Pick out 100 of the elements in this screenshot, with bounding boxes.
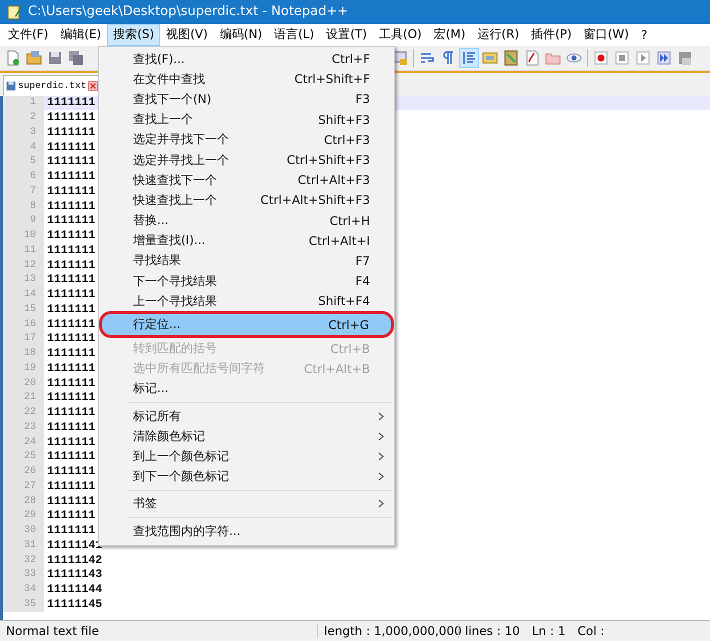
line-number: 6 (3, 169, 44, 184)
save-all-icon[interactable] (67, 48, 85, 67)
code-line: 1111111 (46, 434, 96, 450)
open-folder-icon[interactable] (25, 48, 43, 67)
code-line: 1111111 (46, 316, 96, 332)
code-line: 11111142 (46, 552, 102, 568)
column-label: Col : (576, 624, 606, 638)
chevron-right-icon (378, 499, 384, 508)
line-number: 22 (3, 405, 44, 420)
line-number: 34 (3, 582, 44, 598)
menu-bar-item[interactable]: 宏(M) (428, 24, 472, 46)
code-line: 1111111 (46, 464, 96, 480)
code-line: 1111111 (46, 361, 96, 376)
line-number: 29 (3, 508, 44, 524)
line-number: 33 (3, 568, 44, 582)
code-line: 1111111 (46, 302, 96, 317)
menu-bar-item[interactable]: 运行(R) (471, 24, 526, 46)
menu-item[interactable]: 替换... Ctrl+H (101, 210, 392, 231)
menu-bar-item[interactable]: 工具(O) (372, 24, 428, 46)
menu-bar-item[interactable]: 窗口(W) (578, 24, 635, 46)
line-number: 28 (3, 494, 44, 509)
code-line: 1111111 (46, 332, 96, 346)
line-number: 13 (3, 272, 44, 288)
menu-item[interactable]: 下一个寻找结果 F4 (101, 271, 392, 292)
line-number: 15 (3, 302, 44, 317)
line-number: 10 (3, 228, 44, 244)
play-icon[interactable] (634, 48, 652, 67)
line-number: 8 (3, 198, 44, 214)
code-line: 1111111 (46, 346, 96, 362)
menu-item[interactable]: 行定位... Ctrl+G (99, 311, 394, 338)
menu-item[interactable]: 清除颜色标记 (101, 426, 392, 446)
line-number: 12 (3, 258, 44, 273)
close-icon[interactable] (88, 80, 98, 91)
code-line: 1111111 (46, 214, 96, 228)
function-list-icon[interactable] (502, 48, 520, 67)
line-number: 9 (3, 214, 44, 228)
code-line: 11111145 (46, 597, 102, 612)
position-label: Ln : 1 (530, 624, 566, 638)
menu-bar-item[interactable]: 语言(L) (268, 24, 320, 46)
code-line: 1111111 (46, 376, 96, 391)
line-number: 31 (3, 538, 44, 553)
menu-item[interactable]: 寻找结果 F7 (101, 250, 392, 272)
record-icon[interactable] (592, 48, 610, 67)
menu-bar-item[interactable]: 编辑(E) (54, 24, 108, 46)
line-number: 26 (3, 464, 44, 480)
stop-icon[interactable] (613, 48, 631, 67)
menu-item[interactable]: 增量查找(I)... Ctrl+Alt+I (101, 230, 392, 251)
menu-item[interactable]: 书签 (101, 494, 392, 514)
menu-item[interactable]: 查找上一个 Shift+F3 (101, 110, 392, 130)
code-line: 1111111 (46, 184, 96, 199)
line-number: 3 (3, 125, 44, 140)
code-line: 1111111 (46, 420, 96, 435)
notepad-icon (6, 4, 22, 20)
menu-item[interactable]: 选定并寻找下一个 Ctrl+F3 (101, 130, 392, 150)
code-line: 1111111 (46, 140, 96, 155)
menu-bar-item[interactable]: 插件(P) (525, 24, 578, 46)
menu-item[interactable]: 上一个寻找结果 Shift+F4 (101, 291, 392, 312)
code-line: 1111111 (46, 258, 96, 273)
code-line: 1111111 (46, 508, 96, 524)
menu-item[interactable]: 查找范围内的字符... (101, 520, 392, 542)
line-number: 5 (3, 154, 44, 170)
line-number: 21 (3, 390, 44, 406)
line-number: 17 (3, 332, 44, 346)
code-line: 1111111 (46, 405, 96, 420)
menu-bar-item[interactable]: ? (634, 24, 654, 46)
menu-bar-item[interactable]: 搜索(S) (107, 24, 160, 46)
menu-item[interactable]: 查找下一个(N) F3 (101, 89, 392, 110)
menu-bar-item[interactable]: 设置(T) (320, 24, 373, 46)
menu-item[interactable]: 在文件中查找 Ctrl+Shift+F (101, 69, 392, 90)
code-line: 1111111 (46, 494, 96, 509)
code-line: 1111111 (46, 169, 96, 184)
menu-item[interactable]: 选定并寻找上一个 Ctrl+Shift+F3 (101, 150, 392, 170)
line-number: 7 (3, 184, 44, 199)
code-line: 1111111 (46, 479, 96, 494)
menu-item[interactable]: 到下一个颜色标记 (101, 466, 392, 487)
code-line: 1111111 (46, 272, 96, 288)
code-line: 1111111 (46, 243, 96, 258)
menu-item[interactable]: 快速查找下一个 Ctrl+Alt+F3 (101, 170, 392, 190)
save-icon (6, 80, 16, 91)
file-type-label: Normal text file (5, 624, 100, 638)
chevron-right-icon (378, 472, 384, 482)
line-number: 4 (3, 140, 44, 155)
chevron-right-icon (378, 432, 384, 441)
menu-item[interactable]: 标记... (101, 378, 392, 399)
code-line: 1111111 (46, 125, 96, 140)
menu-bar-item[interactable]: 文件(F) (2, 24, 54, 46)
indent-guide-icon[interactable] (460, 48, 478, 67)
code-line: 1111111 (46, 154, 96, 170)
fast-forward-icon[interactable] (655, 48, 673, 67)
line-number: 35 (3, 597, 44, 612)
line-number: 14 (3, 287, 44, 302)
code-line: 1111111 (46, 96, 96, 110)
menu-item[interactable]: 快速查找上一个 Ctrl+Alt+Shift+F3 (101, 190, 392, 210)
menu-bar-item[interactable]: 编码(N) (214, 24, 268, 46)
menu-bar-item[interactable]: 视图(V) (160, 24, 214, 46)
menu-item[interactable]: 标记所有 (101, 406, 392, 426)
code-line: 1111111 (46, 198, 96, 214)
line-number: 23 (3, 420, 44, 435)
code-line: 1111111 (46, 390, 96, 406)
menu-item[interactable]: 到上一个颜色标记 (101, 446, 392, 467)
